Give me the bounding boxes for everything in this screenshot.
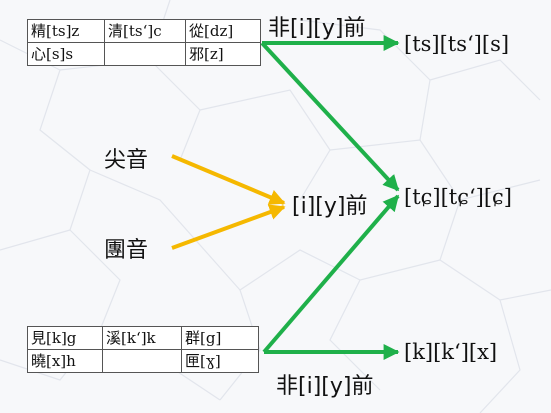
label-non-iy-top: 非[i][y]前 <box>268 16 366 41</box>
result-dental: [ts][ts‘][s] <box>404 32 510 56</box>
label-non-iy-bottom: 非[i][y]前 <box>276 374 374 399</box>
arrow-tuanyin-yellow <box>171 204 286 250</box>
arrow-jianyin-yellow <box>171 154 286 205</box>
result-palatal: [tɕ][tɕ‘][ɕ] <box>404 185 512 209</box>
arrow-top-to-palatal <box>260 41 400 192</box>
label-iy-front: [i][y]前 <box>292 194 368 219</box>
label-tuanyin: 團音 <box>104 238 149 263</box>
result-velar: [k][k‘][x] <box>404 340 498 364</box>
label-jianyin: 尖音 <box>104 148 149 173</box>
